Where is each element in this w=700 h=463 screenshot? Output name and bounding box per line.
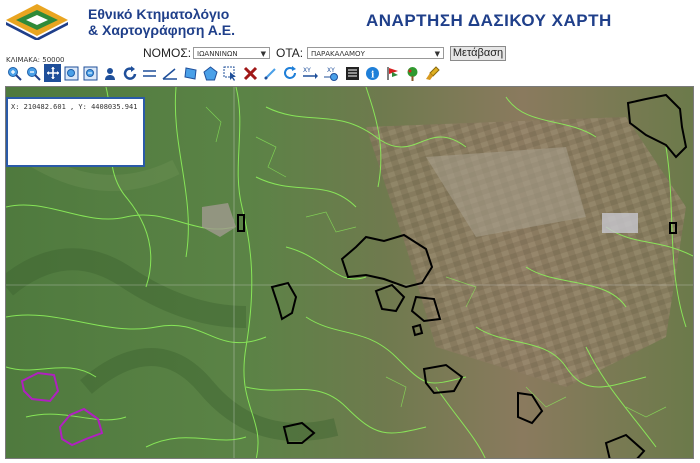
go-button[interactable]: Μετάβαση [450,46,506,61]
eraser-brush-icon[interactable] [424,64,441,82]
org-line-2: & Χαρτογράφηση Α.Ε. [88,22,235,38]
refresh-icon[interactable] [282,64,299,82]
map-toolbar: XY XY i [6,64,446,84]
organization-name: Εθνικό Κτηματολόγιο & Χαρτογράφηση Α.Ε. [88,6,235,38]
nomos-select-value: ΙΩΑΝΝΙΝΩΝ [197,50,238,58]
page-title: ΑΝΑΡΤΗΣΗ ΔΑΣΙΚΟΥ ΧΑΡΤΗ [366,11,612,30]
measure-line-icon[interactable] [141,64,158,82]
export-xy-icon[interactable]: XY [323,64,340,82]
svg-text:i: i [371,70,375,80]
zoom-in-icon[interactable] [6,64,23,82]
identify-user-icon[interactable] [102,64,119,82]
header: Εθνικό Κτηματολόγιο & Χαρτογράφηση Α.Ε. … [0,0,700,44]
nomos-select[interactable]: ΙΩΑΝΝΙΝΩΝ ▼ [193,47,270,59]
ota-select-value: ΠΑΡΑΚΑΛΑΜΟΥ [311,50,365,58]
polygon-icon[interactable] [182,64,199,82]
ota-select[interactable]: ΠΑΡΑΚΑΛΑΜΟΥ ▼ [307,47,444,59]
draw-line-icon[interactable] [262,64,279,82]
pan-icon[interactable] [44,64,61,82]
coordinates-panel: X: 210482.601 , Y: 4408035.941 [6,97,145,167]
ota-label: ΟΤΑ: [276,46,304,60]
select-arrow-icon[interactable] [222,64,239,82]
ktimatologio-logo [6,4,68,40]
svg-text:XY: XY [327,67,335,74]
svg-text:XY: XY [303,67,311,74]
zoom-box-icon[interactable] [63,64,80,82]
chevron-down-icon: ▼ [260,50,266,58]
measure-angle-icon[interactable] [161,64,178,82]
pentagon-icon[interactable] [202,64,219,82]
scale-label: ΚΛΙΜΑΚΑ: 50000 [6,56,65,64]
tree-icon[interactable] [404,64,421,82]
chevron-down-icon: ▼ [434,50,440,58]
org-line-1: Εθνικό Κτηματολόγιο [88,6,230,22]
zoom-extent-icon[interactable] [82,64,99,82]
back-icon[interactable] [121,64,138,82]
filter-row: ΝΟΜΟΣ: ΙΩΑΝΝΙΝΩΝ ▼ ΟΤΑ: ΠΑΡΑΚΑΛΑΜΟΥ ▼ [0,45,700,61]
coordinates-readout: X: 210482.601 , Y: 4408035.941 [11,103,138,111]
info-icon[interactable]: i [364,64,381,82]
clear-x-icon[interactable] [242,64,259,82]
zoom-out-icon[interactable] [25,64,42,82]
goto-xy-icon[interactable]: XY [302,64,319,82]
legend-icon[interactable] [344,64,361,82]
nomos-label: ΝΟΜΟΣ: [143,46,192,60]
flag-icon[interactable] [384,64,401,82]
